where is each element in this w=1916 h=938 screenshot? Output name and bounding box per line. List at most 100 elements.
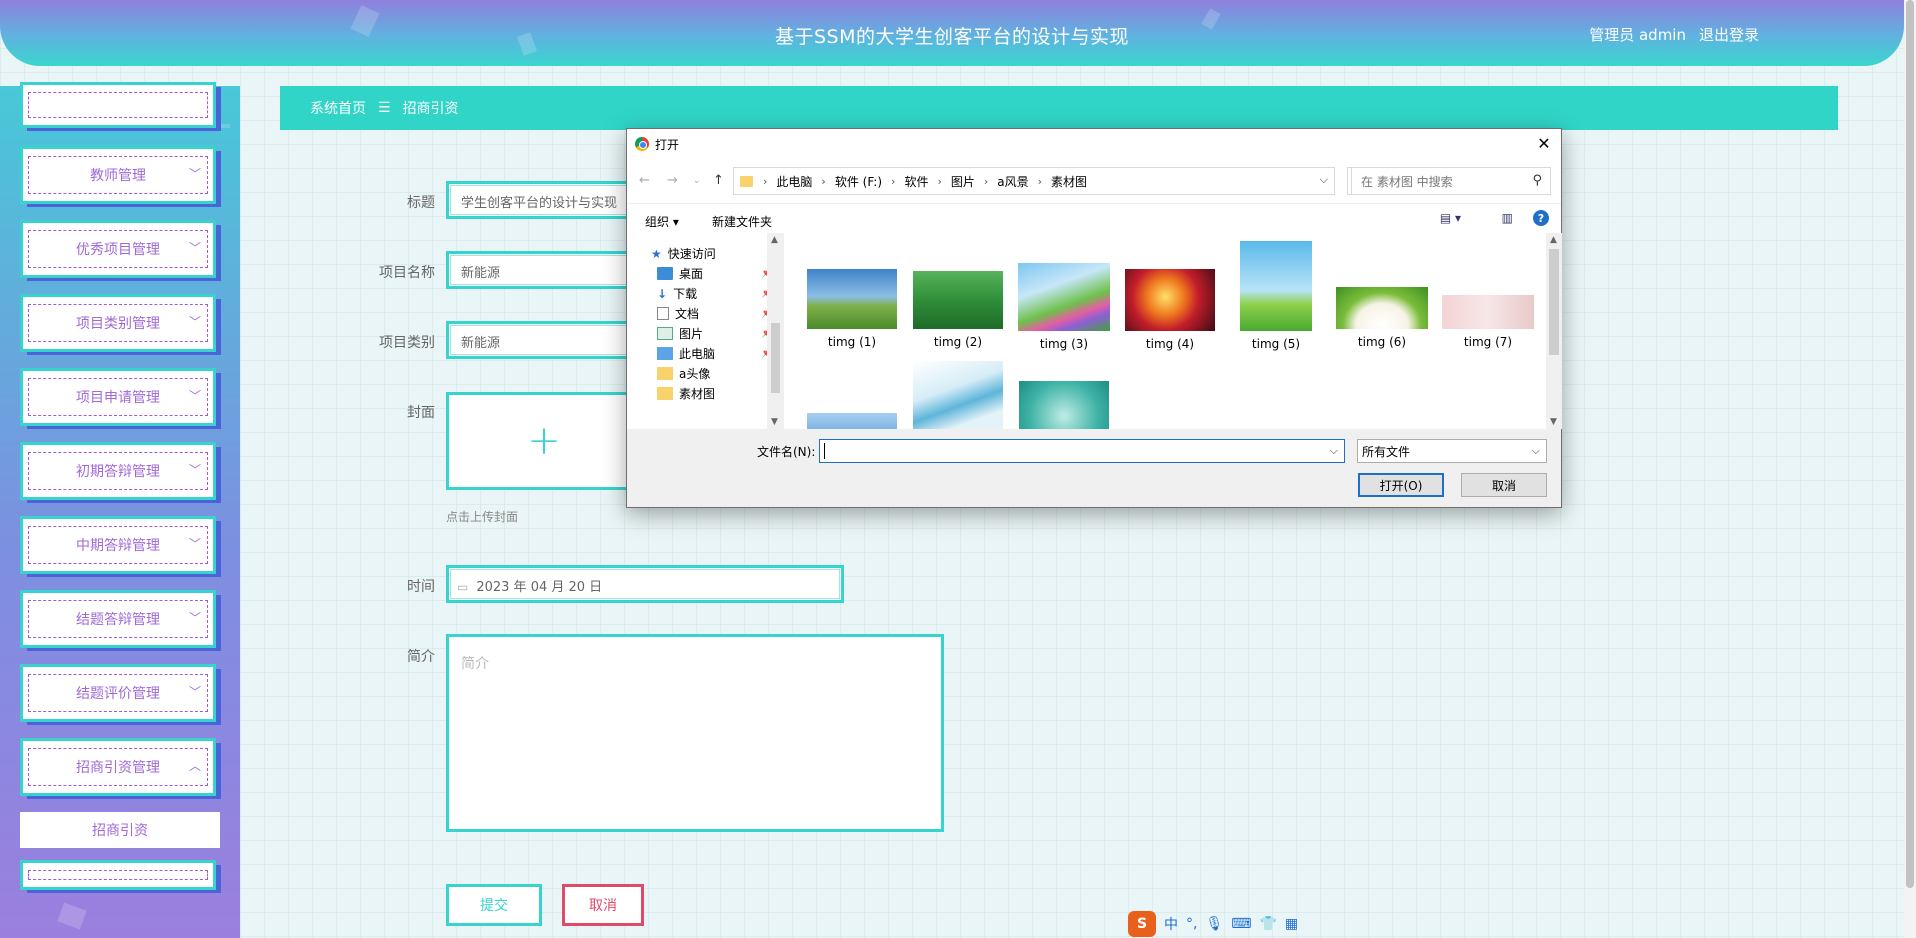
file-item-partial[interactable] (804, 413, 900, 429)
chevron-down-icon[interactable]: ⌵ (1320, 173, 1328, 187)
tree-item-downloads[interactable]: ↓下载📌 (657, 283, 767, 303)
scrollbar-thumb[interactable] (1906, 0, 1914, 888)
back-icon[interactable]: ← (639, 173, 650, 188)
chevron-down-icon[interactable]: ⌵ (1330, 444, 1338, 458)
tree-item-material-folder[interactable]: 素材图 (657, 383, 715, 403)
file-item-partial[interactable] (910, 361, 1006, 429)
open-button[interactable]: 打开(O) (1358, 473, 1444, 497)
file-item[interactable]: timg (5) (1228, 241, 1324, 351)
search-placeholder: 在 素材图 中搜索 (1361, 174, 1453, 189)
file-item[interactable]: timg (6) (1334, 287, 1430, 349)
ime-punct[interactable]: °, (1186, 916, 1197, 932)
breadcrumb-home[interactable]: 系统首页 (310, 98, 366, 118)
scroll-up-icon[interactable]: ▲ (1550, 235, 1557, 245)
scroll-down-icon[interactable]: ▼ (771, 417, 778, 427)
cover-upload[interactable]: + (446, 392, 642, 490)
file-item[interactable]: timg (3) (1016, 263, 1112, 351)
sogou-icon[interactable]: S (1128, 911, 1156, 937)
grid-icon[interactable]: ▦ (1285, 916, 1298, 932)
sidebar-decoration (57, 902, 87, 930)
search-input[interactable]: 在 素材图 中搜索 ⚲ (1351, 167, 1551, 195)
microphone-icon[interactable]: 🎙 (1205, 916, 1223, 932)
keyboard-icon[interactable]: ⌨ (1231, 916, 1251, 932)
submit-button[interactable]: 提交 (446, 884, 542, 926)
close-icon[interactable]: ✕ (1533, 133, 1555, 155)
chevron-right-icon: › (937, 174, 942, 188)
new-folder-button[interactable]: 新建文件夹 (712, 213, 772, 230)
tree-item-this-pc[interactable]: 此电脑📌 (657, 343, 767, 363)
sidebar-item-project-types[interactable]: 项目类别管理 ﹀ (20, 294, 216, 352)
sidebar (0, 86, 240, 938)
sidebar-item-project-applications[interactable]: 项目申请管理 ﹀ (20, 368, 216, 426)
tree-item-desktop[interactable]: 桌面📌 (657, 263, 767, 283)
chevron-right-icon: › (763, 174, 768, 188)
scrollbar-thumb[interactable] (1549, 249, 1559, 355)
skin-icon[interactable]: 👕 (1259, 916, 1276, 932)
file-list: timg (1) timg (2) timg (3) timg (4) timg… (784, 233, 1546, 429)
image-thumbnail (1125, 269, 1215, 331)
view-icon[interactable]: ▤ ▾ (1440, 211, 1461, 225)
filename-input[interactable]: ⌵ (819, 439, 1345, 463)
ime-mode[interactable]: 中 (1164, 914, 1178, 934)
path-segment[interactable]: 此电脑 (776, 173, 812, 190)
scrollbar-thumb[interactable] (771, 323, 780, 393)
sidebar-item-initial-defense[interactable]: 初期答辩管理 ﹀ (20, 442, 216, 500)
sidebar-item-partial-bottom[interactable] (20, 860, 216, 890)
dialog-cancel-button[interactable]: 取消 (1461, 473, 1547, 497)
logout-link[interactable]: 退出登录 (1699, 24, 1759, 45)
sidebar-subitem-investment[interactable]: 招商引资 (20, 812, 220, 848)
cancel-button[interactable]: 取消 (562, 884, 644, 926)
address-bar[interactable]: › 此电脑 › 软件 (F:) › 软件 › 图片 › a风景 › 素材图 ⌵ (733, 167, 1335, 195)
file-list-scrollbar[interactable]: ▲ ▼ (1546, 233, 1562, 429)
file-item[interactable]: timg (1) (804, 269, 900, 349)
sidebar-item-investment[interactable]: 招商引资管理 ︿ (20, 738, 216, 796)
tree-label: 图片 (679, 326, 704, 341)
preview-pane-icon[interactable]: ▥ (1502, 211, 1513, 225)
file-name: timg (5) (1251, 337, 1301, 351)
scroll-down-icon[interactable]: ▼ (1550, 417, 1557, 427)
file-item[interactable]: timg (4) (1122, 269, 1218, 351)
help-icon[interactable]: ? (1533, 210, 1549, 226)
sidebar-item-final-defense[interactable]: 结题答辩管理 ﹀ (20, 590, 216, 648)
file-item[interactable]: timg (2) (910, 271, 1006, 349)
tree-item-pictures[interactable]: 图片📌 (657, 323, 767, 343)
sidebar-item-excellent-projects[interactable]: 优秀项目管理 ﹀ (20, 220, 216, 278)
top-header: 基于SSM的大学生创客平台的设计与实现 管理员 admin 退出登录 (0, 0, 1904, 66)
sidebar-item-label: 结题评价管理 (76, 686, 160, 702)
tree-item-quick-access[interactable]: ★ 快速访问 (651, 243, 716, 263)
up-icon[interactable]: ↑ (713, 173, 724, 188)
file-name: timg (3) (1039, 337, 1089, 351)
sidebar-item-midterm-defense[interactable]: 中期答辩管理 ﹀ (20, 516, 216, 574)
ime-toolbar: S 中 °, 🎙 ⌨ 👕 ▦ (1128, 910, 1298, 938)
sidebar-item-final-evaluation[interactable]: 结题评价管理 ﹀ (20, 664, 216, 722)
chevron-down-icon: ﹀ (188, 463, 201, 477)
file-item-partial[interactable] (1016, 381, 1112, 429)
page-scrollbar[interactable] (1904, 0, 1916, 938)
intro-textarea[interactable]: 简介 (446, 634, 944, 832)
path-segment[interactable]: 素材图 (1051, 173, 1087, 190)
sidebar-item-teachers[interactable]: 教师管理 ﹀ (20, 146, 216, 204)
menu-frame (28, 870, 208, 880)
path-segment[interactable]: 软件 (F:) (835, 173, 882, 190)
chevron-right-icon: › (891, 174, 896, 188)
tree-item-avatar-folder[interactable]: a头像 (657, 363, 710, 383)
sidebar-item-partial[interactable] (20, 82, 216, 128)
filetype-value: 所有文件 (1362, 444, 1411, 459)
tree-item-documents[interactable]: 文档📌 (657, 303, 767, 323)
chevron-down-icon[interactable]: ⌄ (693, 176, 701, 186)
path-segment[interactable]: 图片 (951, 173, 975, 190)
path-segment[interactable]: a风景 (997, 173, 1028, 190)
filetype-select[interactable]: 所有文件 ⌵ (1357, 439, 1547, 463)
file-item[interactable]: timg (7) (1440, 295, 1536, 349)
tree-label: 文档 (675, 306, 700, 321)
organize-button[interactable]: 组织 ▾ (645, 213, 679, 230)
forward-icon[interactable]: → (667, 173, 678, 188)
tree-scrollbar[interactable]: ▲ ▼ (767, 233, 784, 429)
menu-frame (28, 92, 208, 118)
folder-icon (740, 175, 753, 187)
path-segment[interactable]: 软件 (904, 173, 928, 190)
current-user: 管理员 admin (1589, 26, 1686, 44)
scroll-up-icon[interactable]: ▲ (771, 235, 778, 245)
date-input[interactable]: ▭ 2023 年 04 月 20 日 (446, 565, 844, 603)
dialog-title: 打开 (655, 137, 680, 152)
